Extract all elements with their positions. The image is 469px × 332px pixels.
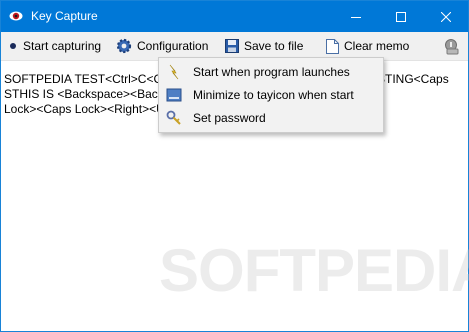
start-capturing-button[interactable]: Start capturing [8, 36, 101, 56]
maximize-button[interactable] [378, 1, 423, 32]
menu-item-label: Start when program launches [193, 65, 350, 79]
record-icon [10, 43, 16, 49]
window-title: Key Capture [31, 9, 98, 23]
menu-item-minimize-to-tray[interactable]: Minimize to tayicon when start [161, 84, 381, 106]
configuration-button[interactable]: Configuration [116, 36, 208, 56]
menu-item-set-password[interactable]: Set password [161, 107, 381, 129]
tray-icon [166, 87, 182, 103]
title-bar[interactable]: Key Capture [1, 1, 468, 32]
info-icon [445, 39, 459, 55]
start-capturing-label: Start capturing [23, 39, 102, 53]
floppy-disk-icon [225, 39, 239, 53]
menu-item-label: Minimize to tayicon when start [193, 88, 354, 102]
lightning-icon [166, 64, 182, 80]
app-eye-icon [9, 9, 23, 23]
minimize-button[interactable] [333, 1, 378, 32]
close-button[interactable] [423, 1, 468, 32]
menu-item-label: Set password [193, 111, 266, 125]
gear-icon [116, 38, 132, 54]
maximize-icon [395, 11, 406, 22]
save-to-file-button[interactable]: Save to file [225, 36, 303, 56]
key-icon [166, 110, 182, 126]
app-window: Key Capture Start capturing Configuratio… [0, 0, 469, 332]
about-button[interactable] [444, 37, 465, 57]
close-icon [440, 11, 451, 22]
save-to-file-label: Save to file [244, 39, 304, 53]
softpedia-watermark: SOFTPEDIA [159, 237, 469, 304]
clear-memo-button[interactable]: Clear memo [326, 36, 409, 56]
document-icon [326, 38, 339, 54]
configuration-label: Configuration [137, 39, 209, 53]
clear-memo-label: Clear memo [344, 39, 410, 53]
memo-line-fragment: STING<Caps [377, 72, 449, 86]
configuration-menu: Start when program launches Minimize to … [158, 57, 384, 133]
minimize-icon [350, 16, 361, 18]
menu-item-start-when-launches[interactable]: Start when program launches [161, 61, 381, 83]
